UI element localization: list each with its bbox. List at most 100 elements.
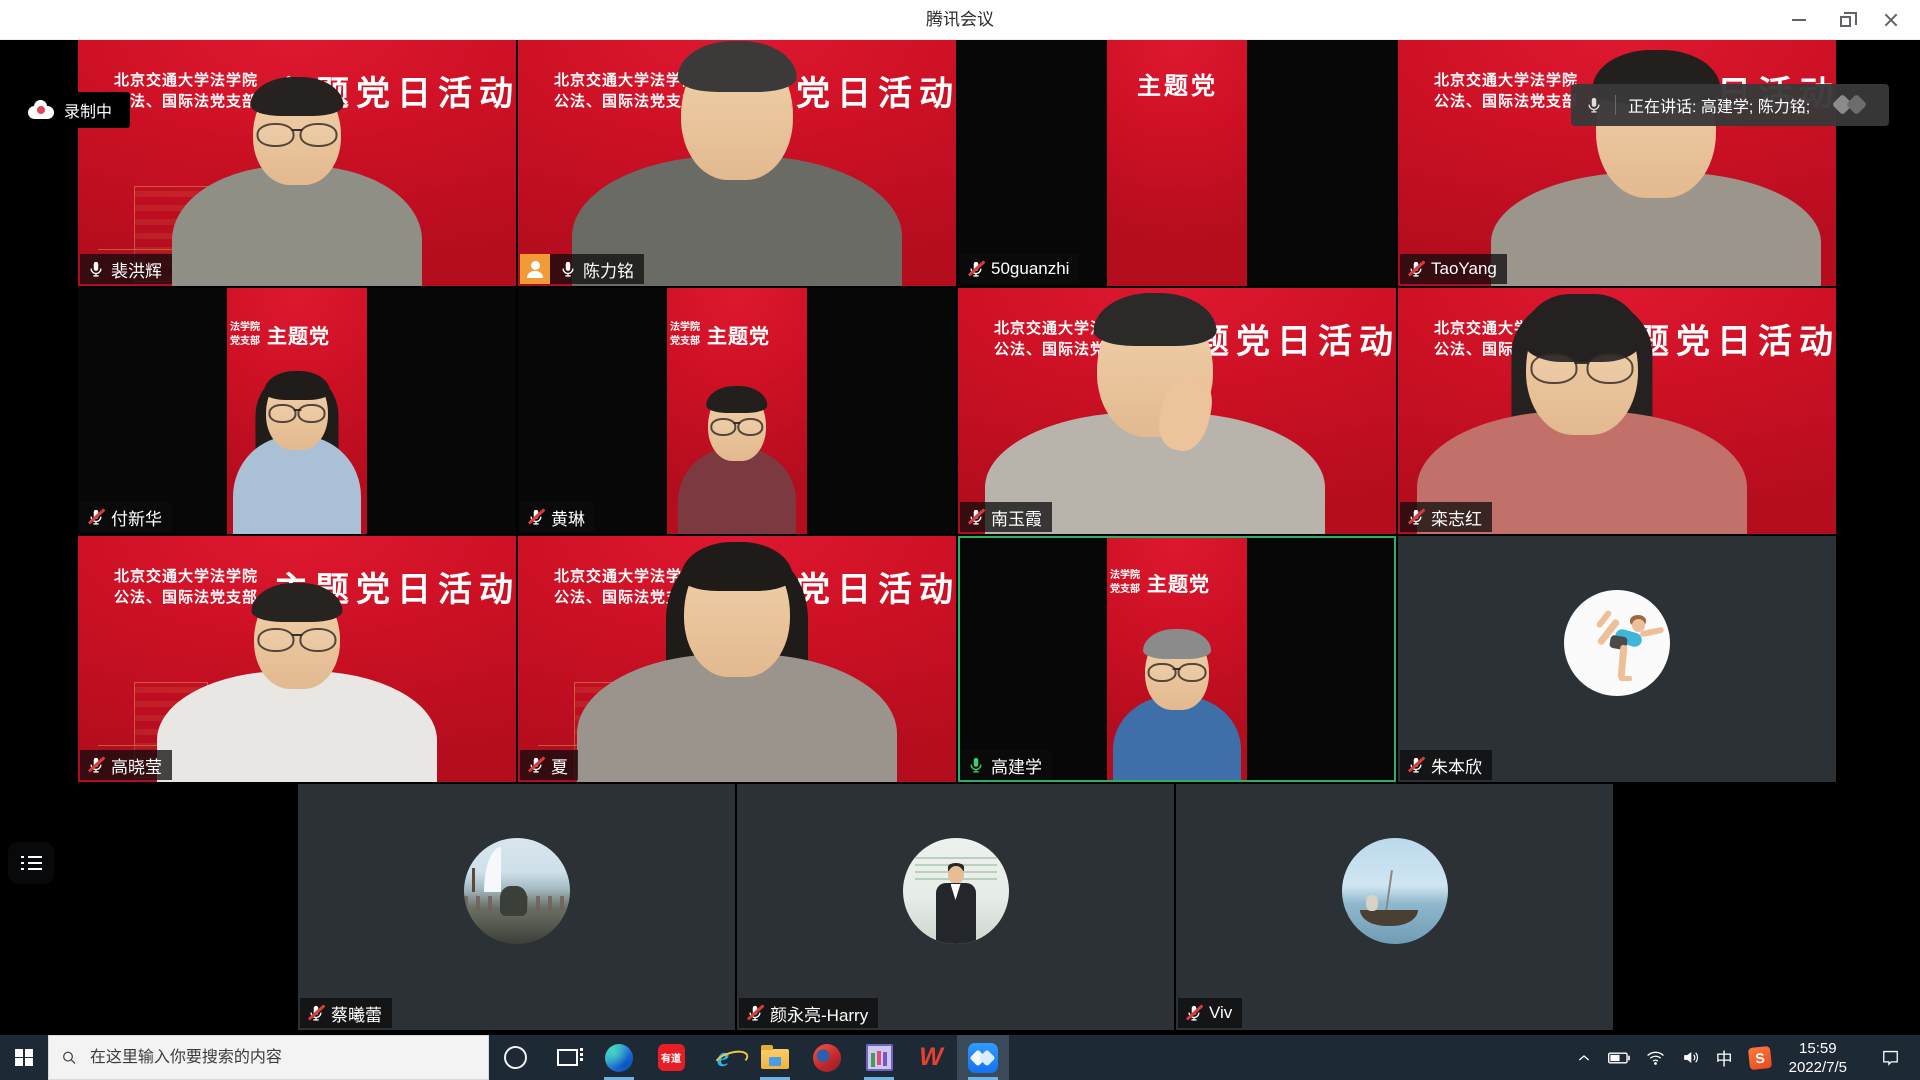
file-explorer-button[interactable] — [749, 1035, 801, 1080]
person-figure — [985, 299, 1325, 534]
video-tile[interactable]: 朱本欣 — [1398, 536, 1836, 782]
windows-logo-icon — [15, 1049, 33, 1067]
wps-button[interactable]: W — [905, 1035, 957, 1080]
video-tile[interactable]: 主题党 50guanzhi — [958, 40, 1396, 286]
participant-name-label: 付新华 — [80, 502, 172, 532]
folder-icon — [761, 1049, 789, 1069]
sogou-icon: S — [1748, 1045, 1772, 1069]
youdao-button[interactable]: 有道 — [645, 1035, 697, 1080]
video-tile[interactable]: 北京交通大学法学院公法、国际法党支部 主题党日活动 栾志红 — [1398, 288, 1836, 534]
portrait-video-strip: 法学院党支部 主题党 — [667, 288, 807, 534]
cortana-icon — [504, 1046, 527, 1069]
restore-button[interactable] — [1822, 0, 1868, 40]
reader-app-button[interactable] — [853, 1035, 905, 1080]
video-tile[interactable]: 北京交通大学法学院公法、国际法党支部 主题党日活动 南玉霞 — [958, 288, 1396, 534]
action-center-icon — [1881, 1048, 1900, 1067]
mic-icon — [1585, 96, 1603, 114]
participant-name: 朱本欣 — [1431, 753, 1482, 778]
person-figure — [233, 374, 361, 534]
mic-muted-icon — [87, 756, 105, 774]
battery-status[interactable] — [1600, 1035, 1638, 1080]
window-controls — [1776, 0, 1914, 40]
video-tile[interactable]: 蔡曦蕾 — [298, 784, 735, 1030]
close-button[interactable] — [1868, 0, 1914, 40]
clock-time: 15:59 — [1799, 1039, 1837, 1058]
ime-indicator[interactable]: 中 — [1708, 1035, 1741, 1080]
participant-name-label: 蔡曦蕾 — [300, 998, 392, 1028]
video-grid: 北京交通大学法学院公法、国际法党支部 主题党日活动 裴洪辉 北京交通大学法学院公… — [0, 40, 1920, 1035]
participant-name-label: 高晓莹 — [80, 750, 172, 780]
taskbar-clock[interactable]: 15:59 2022/7/5 — [1779, 1035, 1857, 1080]
mic-speaking-icon — [967, 756, 985, 774]
participant-name: 陈力铭 — [583, 257, 634, 282]
video-tile[interactable]: 北京交通大学法学院公法、国际法党支部 主题党日活动 裴洪辉 — [78, 40, 516, 286]
mic-icon — [87, 260, 105, 278]
titlebar: 腾讯会议 — [0, 0, 1920, 40]
participant-name-label: 南玉霞 — [960, 502, 1052, 532]
taskbar-apps: 有道 e W — [489, 1035, 1009, 1080]
participant-name-label: Viv — [1178, 998, 1242, 1028]
video-tile[interactable]: 北京交通大学法学院公法、国际法党支部 主题党日活动 高晓莹 — [78, 536, 516, 782]
tencent-meeting-window: 腾讯会议 北京交通大学法学院公法、国际法党支部 主题党日活动 裴洪辉 — [0, 0, 1920, 1080]
wifi-status[interactable] — [1638, 1035, 1673, 1080]
mic-muted-icon — [87, 508, 105, 526]
edge-button[interactable] — [593, 1035, 645, 1080]
mic-muted-icon — [967, 260, 985, 278]
speaker-icon — [1681, 1048, 1700, 1067]
participant-name-label: 黄琳 — [520, 502, 595, 532]
participant-name: TaoYang — [1431, 259, 1497, 279]
volume-status[interactable] — [1673, 1035, 1708, 1080]
video-tile[interactable]: 北京交通大学法学院公法、国际法党支部 主题党日活动 陈力铭 — [518, 40, 956, 286]
browser-360-button[interactable] — [801, 1035, 853, 1080]
internet-explorer-icon: e — [717, 1044, 729, 1072]
youdao-dict-icon: 有道 — [658, 1044, 685, 1071]
tencent-meeting-button[interactable] — [957, 1035, 1009, 1080]
participant-name: 高建学 — [991, 753, 1042, 778]
mic-muted-icon — [307, 1004, 325, 1022]
recording-label: 录制中 — [64, 98, 112, 122]
person-figure — [577, 547, 897, 782]
mic-muted-icon — [527, 508, 545, 526]
close-icon — [1883, 12, 1899, 28]
books-app-icon — [866, 1044, 893, 1071]
grid-row-2: 法学院党支部 主题党 付新华 法学院党支部 主题党 — [78, 288, 1836, 534]
participant-name: 50guanzhi — [991, 259, 1069, 279]
participant-name: Viv — [1209, 1003, 1232, 1023]
participant-name-label: 朱本欣 — [1400, 750, 1492, 780]
video-tile[interactable]: 北京交通大学法学院公法、国际法党支部 主题党日活动 夏 — [518, 536, 956, 782]
person-figure — [572, 46, 902, 286]
video-tile[interactable]: 北京交通大学法学院公法、国际法党支部 主题党日活动 TaoYang — [1398, 40, 1836, 286]
participant-name-label: 颜永亮-Harry — [739, 998, 878, 1028]
avatar-photo — [1342, 838, 1448, 944]
member-list-button[interactable] — [8, 842, 54, 884]
tray-chevron-button[interactable] — [1568, 1035, 1600, 1080]
eyeglasses — [257, 123, 338, 146]
video-tile[interactable]: 法学院党支部 主题党 付新华 — [78, 288, 516, 534]
video-tile[interactable]: 法学院党支部 主题党 黄琳 — [518, 288, 956, 534]
grid-row-4: 蔡曦蕾 颜永亮-Harry Viv — [298, 784, 1613, 1030]
cortana-button[interactable] — [489, 1035, 541, 1080]
participant-name-label: TaoYang — [1400, 254, 1507, 284]
taskbar-search[interactable] — [48, 1035, 489, 1080]
start-button[interactable] — [0, 1035, 48, 1080]
video-tile[interactable]: 颜永亮-Harry — [737, 784, 1174, 1030]
minimize-button[interactable] — [1776, 0, 1822, 40]
task-view-button[interactable] — [541, 1035, 593, 1080]
avatar-photo — [464, 838, 570, 944]
sogou-input-button[interactable]: S — [1741, 1035, 1779, 1080]
restore-icon — [1840, 16, 1851, 27]
battery-icon — [1608, 1052, 1630, 1064]
internet-explorer-button[interactable]: e — [697, 1035, 749, 1080]
wps-office-icon: W — [919, 1043, 943, 1072]
mic-muted-icon — [527, 756, 545, 774]
windows-taskbar: 有道 e W 中 S 15:59 2022/7 — [0, 1035, 1920, 1080]
search-icon — [61, 1049, 78, 1067]
video-tile-active-speaker[interactable]: 法学院党支部 主题党 高建学 — [958, 536, 1396, 782]
action-center-button[interactable] — [1873, 1035, 1912, 1080]
search-input[interactable] — [88, 1048, 476, 1068]
person-figure — [678, 389, 796, 534]
video-tile[interactable]: Viv — [1176, 784, 1613, 1030]
grid-row-3: 北京交通大学法学院公法、国际法党支部 主题党日活动 高晓莹 北京交通大学法学院公… — [78, 536, 1836, 782]
meeting-logo-icon — [1829, 92, 1879, 118]
mic-muted-icon — [1185, 1004, 1203, 1022]
